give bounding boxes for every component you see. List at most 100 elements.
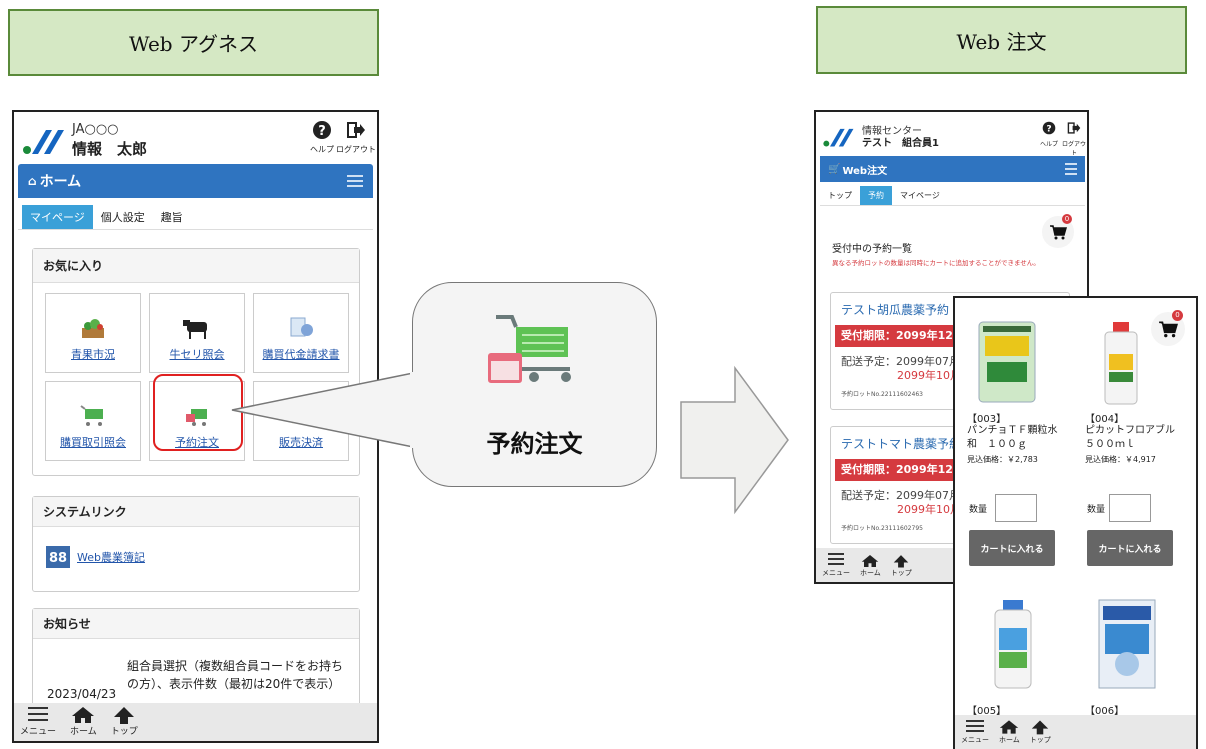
web-bookkeeping-label: Web農業簿記 [77,551,145,564]
web-bookkeeping-link[interactable]: 88 Web農業簿記 [45,545,145,569]
bottom-home-label: ホーム [860,569,881,577]
label-web-agness: Web アグネス [8,9,379,76]
bottom-top-label: トップ [110,727,138,737]
tab-mypage[interactable]: マイページ [892,186,948,205]
callout-tail [231,371,419,449]
cart-count-badge: 0 [1062,214,1072,224]
bottom-menu-button[interactable]: メニュー [961,720,989,745]
tab-reservation[interactable]: 予約 [860,186,892,205]
cattle-icon [183,320,207,339]
bottom-top-button[interactable]: トップ [1030,719,1051,745]
arrow-up-icon [1032,720,1049,735]
system-links-panel: システムリンク 88 Web農業簿記 [32,496,360,592]
add-to-cart-button[interactable]: カートに入れる [1087,530,1173,566]
reservation-cart-icon [488,315,571,383]
label-web-order: Web 注文 [816,6,1187,74]
svg-text:88: 88 [49,551,67,566]
favorites-title: お気に入り [33,249,359,283]
svg-text:?: ? [318,124,326,139]
notices-title: お知らせ [33,609,359,639]
product-image-005 [994,600,1032,689]
label-web-agness-text: Web アグネス [129,32,258,56]
reservation-lot: 予約ロットNo.23111602795 [841,525,923,532]
org-name: JA○○○ [72,122,119,137]
cart-button[interactable]: 0 [1151,310,1185,346]
help-icon: ? [1042,121,1056,135]
qty-label: 数量 [1087,505,1106,515]
bottom-top-label: トップ [890,569,912,577]
product-name: パンチョＴＦ顆粒水和 １００ｇ [967,425,1058,450]
bottom-bar: メニュー ホーム トップ [14,703,377,741]
logout-label: ログアウト [336,145,376,154]
bottom-top-button[interactable]: トップ [891,554,912,578]
nav-title: Web注文 [842,165,888,177]
product-image-006 [1098,599,1156,689]
qty-input[interactable] [1109,494,1151,522]
arrow-up-icon [894,555,909,568]
reservation-name: テストトマト農薬予約 [841,437,962,451]
app-header: JA○○○ 情報 太郎 ? ヘルプ ログアウト [14,112,377,164]
help-label: ヘルプ [310,145,334,154]
svg-text:?: ? [1046,125,1051,135]
help-button[interactable]: ? ヘルプ [1040,120,1058,148]
tab-top[interactable]: トップ [820,186,860,205]
system-links-title: システムリンク [33,497,359,527]
product-code: 【003】 [967,414,1007,425]
fav-label: 購買取引照会 [60,436,126,449]
fav-market-prices[interactable]: 青果市況 [45,293,141,373]
home-icon [72,707,95,723]
menu-icon [828,553,844,565]
arrow-right-icon [680,365,789,515]
bottom-home-button[interactable]: ホーム [860,554,881,578]
logout-label: ログアウト [1061,141,1086,157]
page-tabs: マイページ 個人設定 趣旨 [18,204,373,230]
tab-personal-settings[interactable]: 個人設定 [93,205,153,229]
bottom-top-label: トップ [1029,736,1051,744]
bottom-home-button[interactable]: ホーム [70,706,97,737]
product-list-screen: 0 【003】 パンチョＴＦ顆粒水和 １００ｇ 見込価格：￥2,783 数量 カ… [953,296,1198,749]
fav-purchase-history[interactable]: 購買取引照会 [45,381,141,461]
logout-button[interactable]: ログアウト [1060,120,1087,157]
nav-menu-icon[interactable] [347,175,363,187]
vegetable-basket-icon [82,319,104,338]
fav-label: 青果市況 [71,348,115,361]
tab-mypage[interactable]: マイページ [22,204,93,229]
help-label: ヘルプ [1040,141,1059,148]
notice-text: 組合員選択（複数組合員コードをお持ちの方）、表示件数（最初は20件で表示） [127,659,344,691]
tab-purpose[interactable]: 趣旨 [153,205,191,229]
help-button[interactable]: ? ヘルプ [308,120,336,155]
nav-menu-icon[interactable] [1065,163,1077,175]
cart-button[interactable]: 0 [1042,214,1074,248]
add-to-cart-button[interactable]: カートに入れる [969,530,1055,566]
menu-icon [966,720,984,732]
page-tabs: トップ 予約 マイページ [820,186,1085,206]
product-image-004 [1104,322,1138,405]
main-navbar: ⌂ ホーム [18,164,373,198]
cart-icon [1159,321,1178,338]
product-image-003 [978,321,1036,403]
bottom-top-button[interactable]: トップ [111,706,138,737]
invoice-icon [290,317,313,337]
bookkeeping-icon: 88 [46,546,70,568]
bottom-menu-button[interactable]: メニュー [822,553,850,578]
cart-icon [1050,225,1067,240]
bottom-menu-button[interactable]: メニュー [20,707,56,737]
bottom-menu-label: メニュー [961,736,989,744]
ja-logo-icon [823,128,854,147]
help-icon: ? [313,121,331,139]
list-title: 受付中の予約一覧 [832,244,912,255]
cart-icon [80,405,103,426]
main-navbar: 🛒 Web注文 [820,156,1085,182]
cart-nav-icon: 🛒 [828,163,841,175]
bottom-home-button[interactable]: ホーム [999,719,1020,745]
product-price: 見込価格：￥4,917 [1085,455,1156,464]
bottom-home-label: ホーム [999,736,1020,744]
callout-text: 予約注文 [486,430,583,458]
qty-input[interactable] [995,494,1037,522]
logout-icon [347,122,365,138]
logout-button[interactable]: ログアウト [336,120,376,155]
user-name: 情報 太郎 [72,140,148,158]
home-icon [1000,720,1019,734]
reservation-name: テスト胡瓜農薬予約 [841,303,950,317]
bottom-menu-label: メニュー [822,569,850,577]
